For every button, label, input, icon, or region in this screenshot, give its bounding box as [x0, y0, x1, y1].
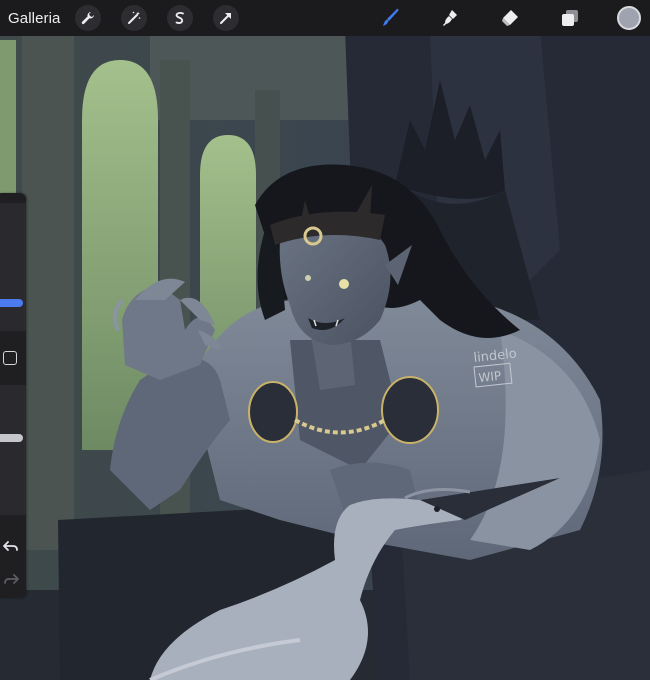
- eraser-icon: [502, 10, 518, 26]
- actions-button[interactable]: [74, 5, 101, 31]
- adjustments-button[interactable]: [120, 5, 147, 31]
- brush-button[interactable]: [377, 5, 403, 31]
- wrench-icon: [81, 11, 94, 25]
- brush-size-slider[interactable]: [0, 203, 26, 331]
- selection-icon: [175, 11, 184, 24]
- color-swatch[interactable]: [617, 6, 641, 30]
- drawing-canvas[interactable]: lindelo WIP: [0, 0, 650, 680]
- gallery-button[interactable]: Galleria: [8, 10, 61, 27]
- brush-size-handle[interactable]: [0, 299, 23, 307]
- artwork: lindelo WIP: [0, 0, 650, 680]
- layers-button[interactable]: [557, 5, 583, 31]
- undo-icon[interactable]: [2, 537, 20, 555]
- signature-wip: WIP: [478, 369, 502, 385]
- layers-icon: [562, 10, 578, 26]
- left-sidebar: [0, 193, 26, 598]
- smudge-icon: [443, 10, 457, 26]
- smudge-button[interactable]: [437, 5, 463, 31]
- brush-icon: [383, 8, 399, 26]
- right-tool-group: [377, 0, 650, 36]
- modify-button[interactable]: [3, 351, 17, 365]
- redo-icon[interactable]: [2, 570, 20, 588]
- magic-wand-icon: [127, 11, 140, 24]
- selection-button[interactable]: [166, 5, 193, 31]
- eraser-button[interactable]: [497, 5, 523, 31]
- top-toolbar: Galleria: [0, 0, 650, 36]
- procreate-app: lindelo WIP Galleria: [0, 0, 650, 680]
- brush-opacity-slider[interactable]: [0, 385, 26, 515]
- transform-button[interactable]: [212, 5, 239, 31]
- brush-opacity-handle[interactable]: [0, 434, 23, 442]
- transform-arrow-icon: [219, 13, 231, 24]
